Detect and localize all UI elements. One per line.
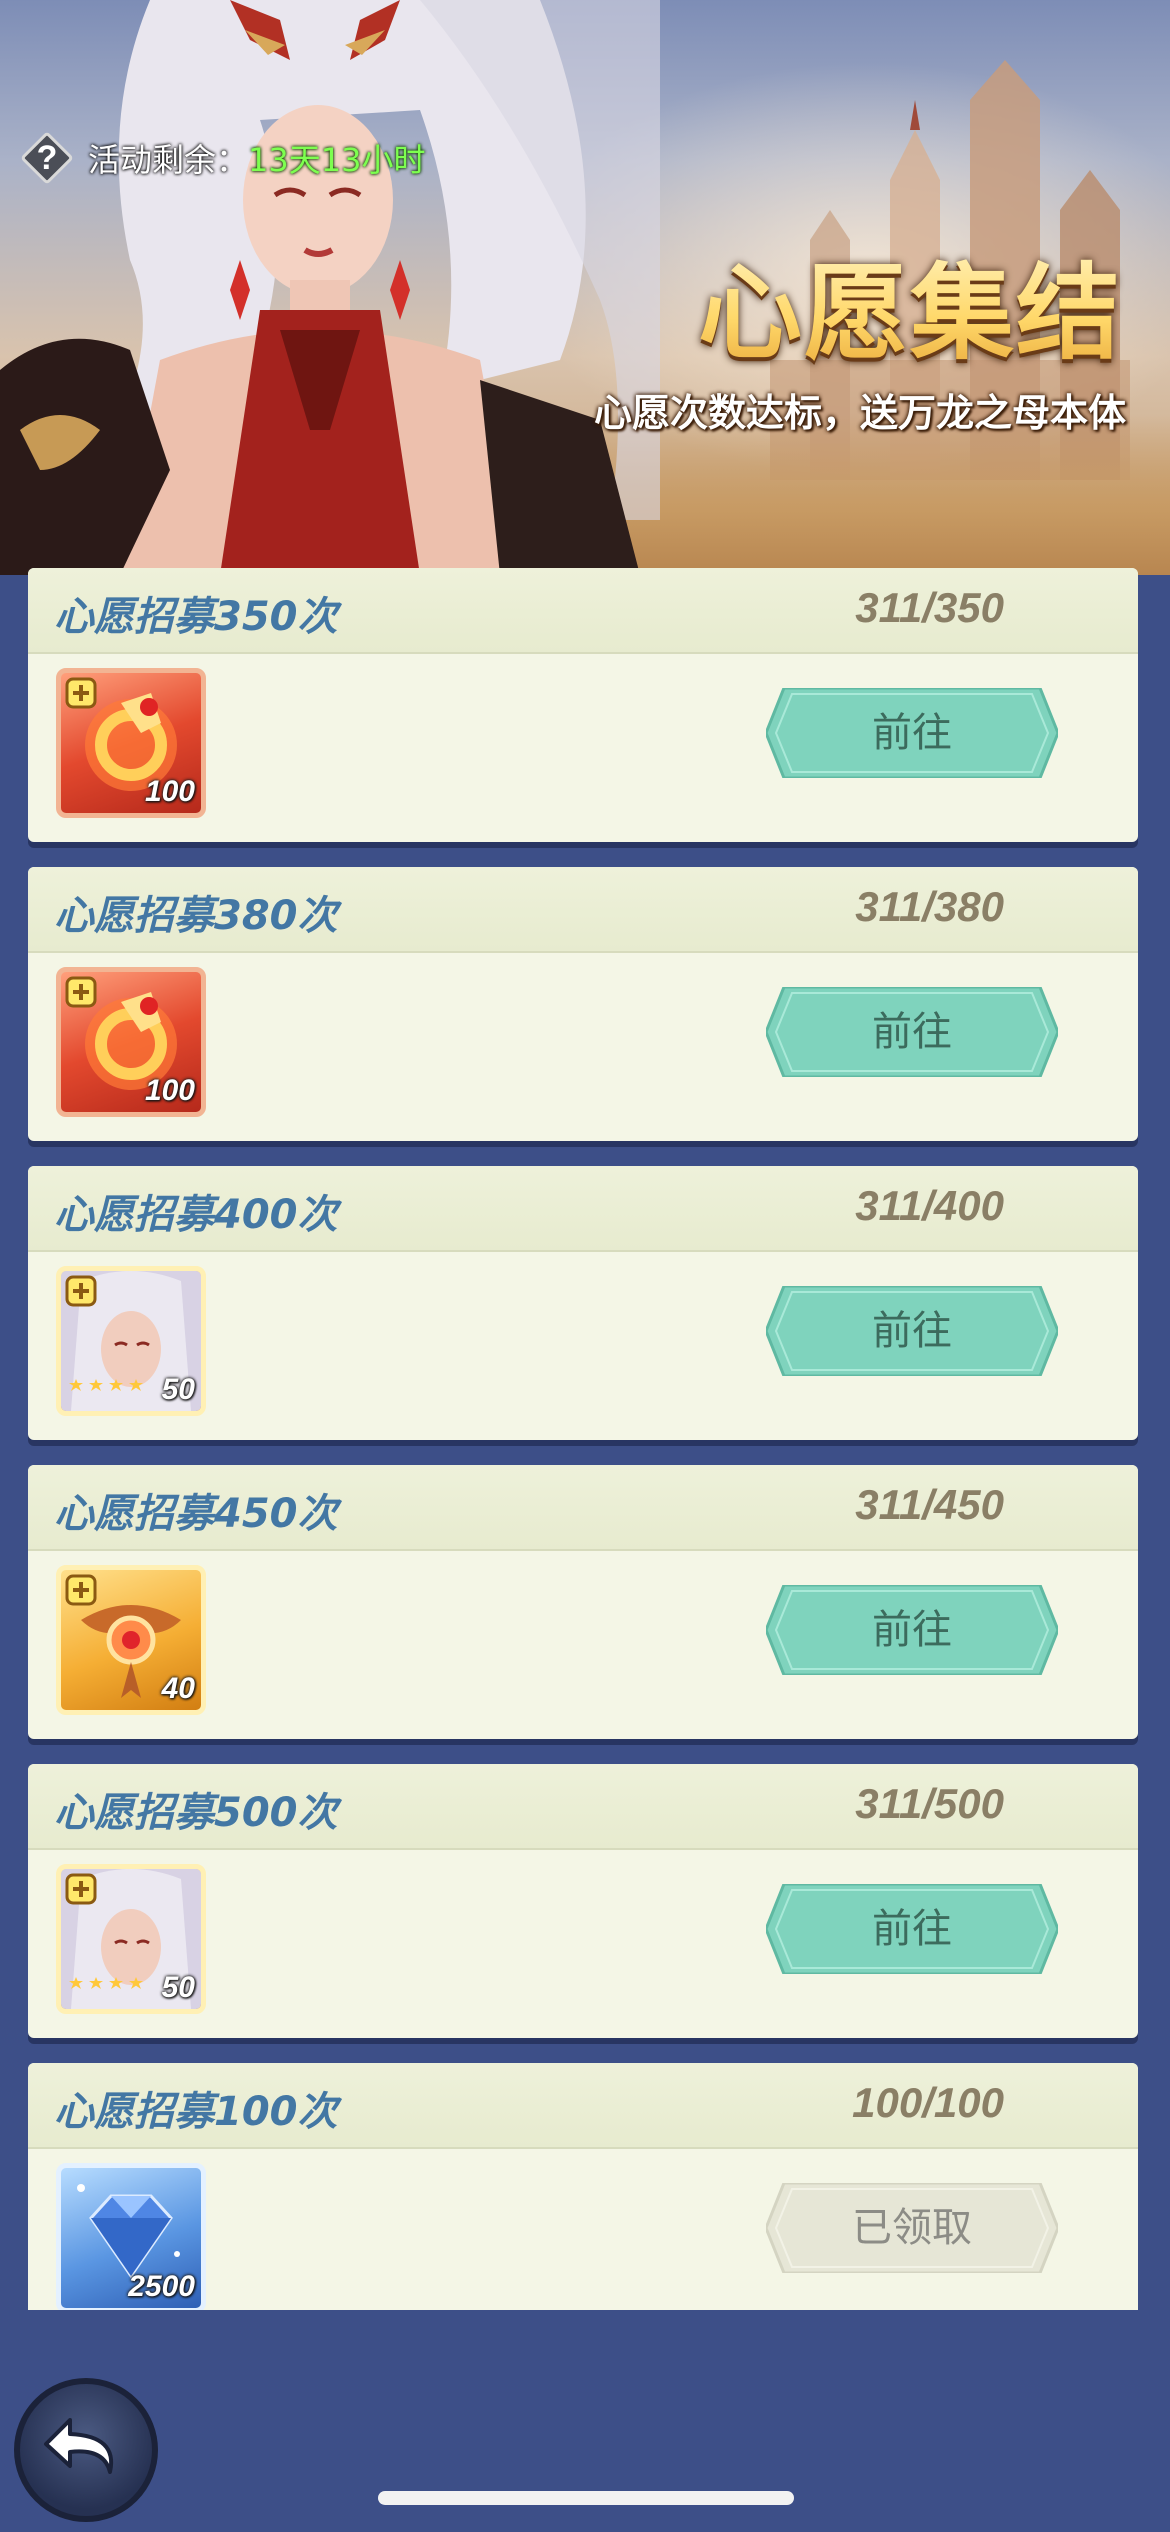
fire-ring-icon[interactable]: 100 [56,967,206,1117]
item-count: 100 [144,1074,195,1107]
item-count: 50 [161,1373,195,1406]
task-card-header: 心愿招募380次 311/380 [28,867,1138,953]
go-button-label: 前往 [872,1009,952,1055]
go-button[interactable]: 前往 [766,1585,1058,1675]
task-card-header: 心愿招募450次 311/450 [28,1465,1138,1551]
hero-character-art [0,0,660,575]
timer-label: 活动剩余： [88,141,249,179]
go-button[interactable]: 前往 [766,1884,1058,1974]
go-button-label: 前往 [872,1906,952,1952]
event-title: 心愿集结 [698,228,1122,379]
help-icon[interactable]: ? [20,131,74,185]
task-progress: 311/380 [855,883,1004,930]
go-button[interactable]: 前往 [766,1286,1058,1376]
puzzle-plus-icon [65,1275,97,1307]
task-title: 心愿招募450次 [54,1491,338,1537]
go-button[interactable]: 前往 [766,987,1058,1077]
task-progress: 100/100 [852,2079,1004,2126]
hero-portrait-icon[interactable]: 50 [56,1266,206,1416]
puzzle-plus-icon [65,677,97,709]
task-progress: 311/400 [855,1182,1004,1229]
go-button-label: 前往 [872,1308,952,1354]
task-card: 心愿招募100次 100/100 2500 已领取 [28,2063,1138,2310]
event-subtitle: 心愿次数达标，送万龙之母本体 [593,391,1126,435]
go-button-label: 前往 [872,710,952,756]
task-card: 心愿招募500次 311/500 50 前往 [28,1764,1138,2038]
diamond-icon[interactable]: 2500 [56,2163,206,2310]
puzzle-plus-icon [65,976,97,1008]
task-card: 心愿招募450次 311/450 40 前往 [28,1465,1138,1739]
task-title: 心愿招募100次 [54,2089,338,2135]
timer-value: 13天13小时 [248,141,426,179]
claimed-label: 已领取 [852,2205,972,2251]
task-card: 心愿招募350次 311/350 100 前往 [28,568,1138,842]
task-card-header: 心愿招募500次 311/500 [28,1764,1138,1850]
hero-portrait-icon[interactable]: 50 [56,1864,206,2014]
task-card: 心愿招募380次 311/380 100 前往 [28,867,1138,1141]
event-timer: ? 活动剩余： 13天13小时 [20,130,425,186]
task-title: 心愿招募350次 [54,594,338,640]
task-title: 心愿招募380次 [54,893,338,939]
back-button[interactable] [14,2378,158,2522]
task-card-header: 心愿招募400次 311/400 [28,1166,1138,1252]
task-progress: 311/450 [855,1481,1004,1528]
task-card-header: 心愿招募350次 311/350 [28,568,1138,654]
back-arrow-icon [44,2418,114,2474]
claimed-button: 已领取 [766,2183,1058,2273]
task-list[interactable]: 心愿招募350次 311/350 100 前往 心愿招募380次 311/380… [28,568,1138,2310]
item-count: 100 [144,775,195,808]
puzzle-plus-icon [65,1574,97,1606]
puzzle-plus-icon [65,1873,97,1905]
dragon-emblem-icon[interactable]: 40 [56,1565,206,1715]
event-banner: ? 活动剩余： 13天13小时 心愿集结 心愿次数达标，送万龙之母本体 [0,0,1170,575]
go-button[interactable]: 前往 [766,688,1058,778]
task-progress: 311/350 [855,584,1004,631]
item-count: 40 [161,1672,195,1705]
home-indicator[interactable] [378,2491,794,2505]
task-title: 心愿招募500次 [54,1790,338,1836]
fire-ring-icon[interactable]: 100 [56,668,206,818]
go-button-label: 前往 [872,1607,952,1653]
task-title: 心愿招募400次 [54,1192,338,1238]
task-progress: 311/500 [855,1780,1004,1827]
item-count: 2500 [128,2270,195,2303]
task-card-header: 心愿招募100次 100/100 [28,2063,1138,2149]
item-count: 50 [161,1971,195,2004]
task-card: 心愿招募400次 311/400 50 前往 [28,1166,1138,1440]
